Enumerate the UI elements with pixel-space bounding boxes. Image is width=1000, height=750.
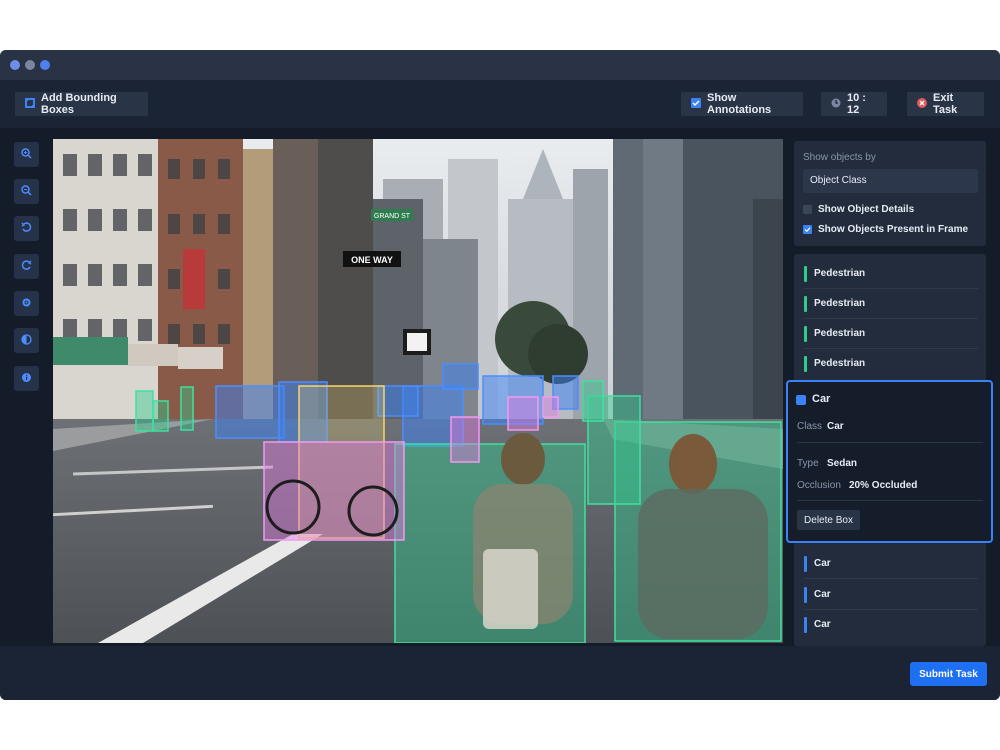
pedestrian-color-marker [804,356,807,372]
car-color-swatch [796,395,806,405]
close-circle-icon [917,97,927,111]
add-bounding-boxes-label: Add Bounding Boxes [41,92,117,116]
timer-display: 10 : 12 [821,92,887,116]
clock-icon [831,98,841,111]
object-list-item-pedestrian[interactable]: Pedestrian [804,350,978,378]
street-scene-image: GRAND ST ONE WAY [53,139,783,643]
street-name-sign: GRAND ST [374,213,411,220]
pedestrian-color-marker [804,326,807,342]
checkbox-checked-icon[interactable] [691,97,701,111]
pedestrian-color-marker [804,266,807,282]
occlusion-field-value: 20% Occluded [849,480,918,491]
show-annotations-label: Show Annotations [707,92,772,116]
window-minimize-dot[interactable] [25,60,35,70]
class-field-label: Class [797,421,823,432]
delete-box-button[interactable]: Delete Box [797,510,860,530]
zoom-in-button[interactable] [14,142,39,167]
settings-button[interactable] [14,291,39,316]
show-object-details-checkbox[interactable] [803,205,812,214]
annotation-canvas[interactable]: GRAND ST ONE WAY [53,139,783,643]
type-field-label: Type [797,458,819,469]
show-object-details-label: Show Object Details [818,204,915,215]
show-objects-in-frame-label: Show Objects Present in Frame [818,224,969,235]
object-list-item-label: Pedestrian [814,268,866,279]
top-toolbar: Add Bounding Boxes Show Annotations 10 :… [0,80,1000,128]
object-list-item-pedestrian[interactable]: Pedestrian [804,290,978,319]
car-color-marker [804,556,807,572]
window-maximize-dot[interactable] [40,60,50,70]
zoom-out-button[interactable] [14,179,39,204]
info-icon [21,372,32,386]
object-list-item-label: Car [814,558,831,569]
object-list-item-label: Pedestrian [814,298,866,309]
object-list-item-label: Pedestrian [814,358,866,369]
divider [797,442,983,443]
add-bounding-boxes-button[interactable]: Add Bounding Boxes [15,92,148,116]
redo-button[interactable] [14,254,39,279]
submit-task-button[interactable]: Submit Task [910,662,987,686]
object-list-item-label: Car [814,619,831,630]
class-field-value: Car [827,421,844,432]
show-annotations-toggle[interactable]: Show Annotations [681,92,803,116]
bounding-box-icon [25,97,35,111]
one-way-sign: ONE WAY [351,255,393,265]
selected-object-title: Car [812,393,831,405]
undo-icon [21,221,32,236]
zoom-in-icon [21,147,32,162]
type-field-value: Sedan [827,458,858,469]
object-list-item-label: Car [814,589,831,600]
zoom-out-icon [21,184,32,199]
app-window: Add Bounding Boxes Show Annotations 10 :… [0,50,1000,700]
object-list-item-car[interactable]: Car [804,611,978,639]
redo-icon [21,259,32,274]
object-list-item-car[interactable]: Car [804,550,978,579]
selected-object-card[interactable]: Car Class Car Type Sedan Occlusion 20% O… [786,380,993,543]
pedestrian-color-marker [804,296,807,312]
object-list-item-pedestrian[interactable]: Pedestrian [804,320,978,349]
filter-heading: Show objects by [803,152,876,163]
undo-button[interactable] [14,216,39,241]
object-list-item-label: Pedestrian [814,328,866,339]
settings-icon [21,297,32,311]
occlusion-field-label: Occlusion [797,480,841,491]
show-objects-in-frame-checkbox[interactable] [803,225,812,234]
contrast-button[interactable] [14,328,39,353]
window-close-dot[interactable] [10,60,20,70]
title-bar [0,50,1000,80]
bottom-bar [0,646,1000,700]
object-class-select[interactable]: Object Class [803,169,978,193]
contrast-icon [21,333,32,348]
exit-task-label: Exit Task [933,92,958,116]
divider [797,500,983,501]
object-filter-panel: Show objects by Object Class Show Object… [794,141,986,246]
timer-text: 10 : 12 [847,92,866,116]
car-color-marker [804,587,807,603]
object-list-item-pedestrian[interactable]: Pedestrian [804,260,978,289]
info-button[interactable] [14,366,39,391]
object-list-item-car[interactable]: Car [804,581,978,610]
exit-task-button[interactable]: Exit Task [907,92,984,116]
car-color-marker [804,617,807,633]
